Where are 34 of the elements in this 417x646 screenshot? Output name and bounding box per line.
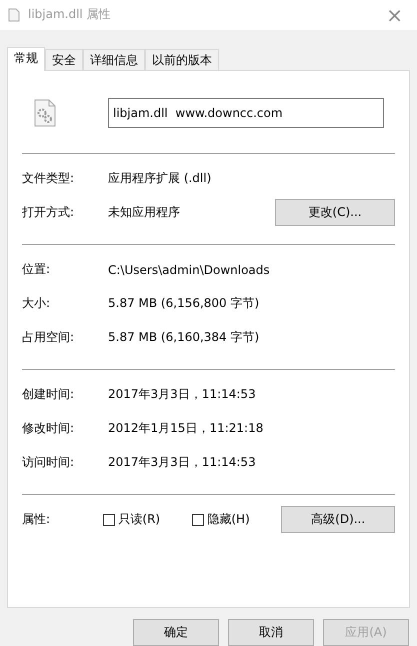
field-label: 占用空间: bbox=[22, 329, 76, 346]
field-value: 5.87 MB (6,156,800 字节) bbox=[108, 295, 260, 312]
file-name-field[interactable]: libjam.dll www.downcc.com bbox=[108, 98, 384, 128]
change-button[interactable]: 更改(C)... bbox=[275, 199, 395, 226]
field-label: 访问时间: bbox=[22, 454, 76, 472]
field-label: 文件类型: bbox=[22, 170, 76, 188]
checkbox[interactable] bbox=[192, 514, 204, 526]
field-value: 2017年3月3日，11:14:53 bbox=[108, 386, 257, 404]
field-value: 2017年3月3日，11:14:53 bbox=[108, 454, 257, 472]
tab[interactable]: 常规 bbox=[7, 46, 45, 71]
dialog-button[interactable]: 取消 bbox=[228, 619, 314, 646]
checkbox-label: 隐藏(H) bbox=[207, 511, 250, 528]
field-label: 打开方式: bbox=[22, 204, 76, 222]
window-title: libjam.dll 属性 bbox=[28, 6, 112, 24]
dialog-button[interactable]: 确定 bbox=[133, 619, 219, 646]
tab[interactable]: 以前的版本 bbox=[145, 48, 219, 70]
gear-file-icon bbox=[34, 98, 56, 127]
field-value: 未知应用程序 bbox=[108, 204, 181, 222]
field-value: 应用程序扩展 (.dll) bbox=[108, 170, 212, 188]
field-value: 5.87 MB (6,160,384 字节) bbox=[108, 329, 260, 346]
field-label: 修改时间: bbox=[22, 420, 76, 438]
field-label: 位置: bbox=[22, 261, 52, 278]
checkbox-label: 只读(R) bbox=[118, 511, 160, 528]
field-label: 创建时间: bbox=[22, 386, 76, 404]
tab[interactable]: 安全 bbox=[45, 48, 83, 70]
field-value: 2012年1月15日，11:21:18 bbox=[108, 420, 264, 438]
tab[interactable]: 详细信息 bbox=[83, 48, 145, 70]
checkbox[interactable] bbox=[103, 514, 116, 526]
field-label: 属性: bbox=[22, 511, 52, 528]
field-value: C:\Users\admin\Downloads bbox=[108, 262, 271, 277]
close-button[interactable]: × bbox=[380, 2, 409, 27]
field-label: 大小: bbox=[22, 295, 52, 312]
advanced-button[interactable]: 高级(D)... bbox=[281, 506, 395, 534]
file-icon bbox=[8, 8, 20, 22]
